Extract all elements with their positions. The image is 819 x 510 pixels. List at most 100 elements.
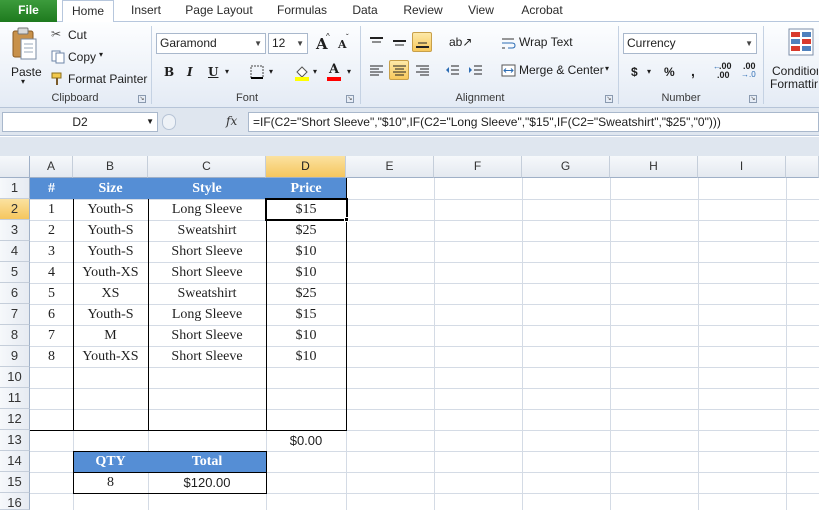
column-header-d[interactable]: D (266, 156, 346, 178)
column-header-partial[interactable] (786, 156, 819, 178)
row-header-13[interactable]: 13 (0, 430, 30, 451)
decrease-indent-button[interactable] (442, 60, 462, 80)
bold-button[interactable]: B (158, 61, 176, 82)
copy-button[interactable]: Copy ▾ (48, 47, 110, 65)
cell-c14[interactable]: Total (148, 451, 266, 472)
cell-a6[interactable]: 5 (30, 283, 73, 304)
grow-font-button[interactable]: A ^ (313, 32, 333, 54)
column-header-c[interactable]: C (148, 156, 266, 178)
column-header-g[interactable]: G (522, 156, 610, 178)
tab-page-layout[interactable]: Page Layout (178, 0, 260, 22)
cell-c7[interactable]: Long Sleeve (148, 304, 266, 325)
cell-d5[interactable]: $10 (266, 262, 346, 283)
cell-b8[interactable]: M (73, 325, 148, 346)
cell-d7[interactable]: $15 (266, 304, 346, 325)
column-header-b[interactable]: B (73, 156, 148, 178)
increase-indent-button[interactable] (465, 60, 485, 80)
row-header-15[interactable]: 15 (0, 472, 30, 493)
cell-d1[interactable]: Price (266, 178, 346, 199)
cell-a3[interactable]: 2 (30, 220, 73, 241)
insert-function-button[interactable]: fx (226, 114, 237, 128)
row-header-4[interactable]: 4 (0, 241, 30, 262)
cell-b2[interactable]: Youth-S (73, 199, 148, 220)
number-dialog-launcher-icon[interactable]: ↘ (749, 95, 757, 103)
cut-button[interactable]: ✂ Cut (48, 25, 98, 43)
cell-b7[interactable]: Youth-S (73, 304, 148, 325)
paste-button[interactable]: Paste ▾ (4, 24, 42, 88)
font-size-dropdown[interactable]: 12 ▼ (268, 33, 308, 54)
cell-c8[interactable]: Short Sleeve (148, 325, 266, 346)
align-right-button[interactable] (412, 60, 432, 80)
cell-a8[interactable]: 7 (30, 325, 73, 346)
cell-c9[interactable]: Short Sleeve (148, 346, 266, 367)
cell-c5[interactable]: Short Sleeve (148, 262, 266, 283)
orientation-button[interactable]: ab↗ (446, 32, 476, 52)
row-header-1[interactable]: 1 (0, 178, 30, 199)
formula-bar-resize-handle[interactable] (162, 114, 176, 130)
cell-c4[interactable]: Short Sleeve (148, 241, 266, 262)
row-header-7[interactable]: 7 (0, 304, 30, 325)
cell-b5[interactable]: Youth-XS (73, 262, 148, 283)
cell-d9[interactable]: $10 (266, 346, 346, 367)
row-header-14[interactable]: 14 (0, 451, 30, 472)
cell-b14[interactable]: QTY (73, 451, 148, 472)
cell-d4[interactable]: $10 (266, 241, 346, 262)
name-box[interactable]: D2 ▼ (2, 112, 158, 132)
merge-center-button[interactable]: Merge & Center ▾ (498, 60, 612, 80)
font-name-dropdown[interactable]: Garamond ▼ (156, 33, 266, 54)
cell-a2[interactable]: 1 (30, 199, 73, 220)
select-all-button[interactable] (0, 156, 30, 178)
fill-handle[interactable] (344, 217, 349, 222)
row-header-6[interactable]: 6 (0, 283, 30, 304)
align-left-button[interactable] (366, 60, 386, 80)
row-header-9[interactable]: 9 (0, 346, 30, 367)
tab-review[interactable]: Review (395, 0, 451, 22)
cell-d6[interactable]: $25 (266, 283, 346, 304)
cell-a7[interactable]: 6 (30, 304, 73, 325)
tab-insert[interactable]: Insert (120, 0, 172, 22)
align-middle-button[interactable] (389, 32, 409, 52)
row-header-5[interactable]: 5 (0, 262, 30, 283)
cell-b15[interactable]: 8 (73, 472, 148, 493)
cell-a4[interactable]: 3 (30, 241, 73, 262)
row-header-10[interactable]: 10 (0, 367, 30, 388)
cell-a5[interactable]: 4 (30, 262, 73, 283)
cell-b9[interactable]: Youth-XS (73, 346, 148, 367)
row-header-3[interactable]: 3 (0, 220, 30, 241)
alignment-dialog-launcher-icon[interactable]: ↘ (605, 95, 613, 103)
cell-c1[interactable]: Style (148, 178, 266, 199)
column-header-f[interactable]: F (434, 156, 522, 178)
row-header-16[interactable]: 16 (0, 493, 30, 510)
font-dialog-launcher-icon[interactable]: ↘ (346, 95, 354, 103)
align-top-button[interactable] (366, 32, 386, 52)
row-header-2[interactable]: 2 (0, 199, 30, 220)
cell-b3[interactable]: Youth-S (73, 220, 148, 241)
cell-c2[interactable]: Long Sleeve (148, 199, 266, 220)
clipboard-dialog-launcher-icon[interactable]: ↘ (138, 95, 146, 103)
format-painter-button[interactable]: Format Painter (48, 69, 147, 87)
cell-c6[interactable]: Sweatshirt (148, 283, 266, 304)
shrink-font-button[interactable]: A ˇ (334, 33, 354, 54)
cell-c15[interactable]: $120.00 (148, 472, 266, 493)
row-header-12[interactable]: 12 (0, 409, 30, 430)
tab-view[interactable]: View (459, 0, 503, 22)
formula-input[interactable]: =IF(C2="Short Sleeve","$10",IF(C2="Long … (248, 112, 819, 132)
comma-style-button[interactable]: , (684, 61, 702, 82)
percent-style-button[interactable]: % (660, 61, 678, 82)
cell-a1[interactable]: # (30, 178, 73, 199)
tab-acrobat[interactable]: Acrobat (510, 0, 574, 22)
decrease-decimal-button[interactable]: .00 →.0 (738, 61, 760, 82)
cell-c3[interactable]: Sweatshirt (148, 220, 266, 241)
cell-d8[interactable]: $10 (266, 325, 346, 346)
row-header-11[interactable]: 11 (0, 388, 30, 409)
wrap-text-button[interactable]: Wrap Text (498, 32, 574, 52)
fill-color-button[interactable]: ▾ (290, 61, 322, 82)
underline-button[interactable]: U ▾ (202, 61, 234, 82)
currency-format-button[interactable]: $ ▾ (626, 61, 656, 82)
borders-button[interactable]: ▾ (246, 61, 278, 82)
tab-formulas[interactable]: Formulas (268, 0, 336, 22)
cell-b4[interactable]: Youth-S (73, 241, 148, 262)
font-color-button[interactable]: A ▾ (324, 61, 356, 82)
align-center-button[interactable] (389, 60, 409, 80)
column-header-a[interactable]: A (30, 156, 73, 178)
